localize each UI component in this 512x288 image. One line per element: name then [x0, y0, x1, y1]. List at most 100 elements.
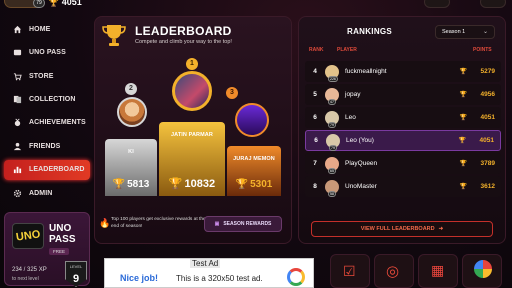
row-level: 58: [328, 190, 336, 197]
sidebar-item-leaderboard[interactable]: LEADERBOARD: [4, 159, 90, 180]
row-name: PlayQueen: [345, 160, 378, 167]
row-name: fuckmeallnight: [345, 68, 387, 75]
row-points: 3612: [480, 183, 495, 190]
free-badge: FREE: [49, 248, 70, 255]
sidebar-item-admin[interactable]: ADMIN: [4, 182, 90, 205]
season-dropdown[interactable]: Season 1 ⌄: [435, 25, 495, 39]
level-label: LEVEL: [69, 264, 83, 269]
top-bar: 79 🏆 4051: [0, 0, 512, 8]
chevron-down-icon: ⌄: [482, 29, 488, 35]
avatar-second-place[interactable]: [117, 97, 147, 127]
rank-badge-2: 2: [125, 83, 137, 95]
uno-pass-title: UNO PASS: [49, 223, 76, 245]
leaderboard-panel: LEADERBOARD Compete and climb your way t…: [94, 16, 292, 244]
row-level: 79: [329, 144, 337, 151]
row-name: jopay: [345, 91, 361, 98]
avatar: 226: [325, 64, 339, 82]
row-rank: 5: [313, 91, 317, 98]
tray-button-target[interactable]: ◎: [374, 254, 414, 288]
row-points: 4051: [479, 137, 494, 144]
rewards-info-text: Top 100 players get exclusive rewards at…: [111, 217, 206, 229]
avatar: 65: [325, 156, 339, 174]
trophy-icon: 🏆: [168, 178, 183, 190]
page-title: LEADERBOARD: [135, 24, 232, 38]
checklist-icon: ☑: [343, 263, 356, 279]
sidebar-item-collection[interactable]: COLLECTION: [4, 88, 90, 111]
uno-pass-card[interactable]: UNO UNO PASS FREE 234 / 325 XP to next le…: [4, 212, 90, 287]
sidebar-item-label: ADMIN: [29, 189, 53, 197]
trophy-icon: 🏆: [235, 179, 249, 190]
rank-badge-3: 3: [226, 87, 238, 99]
podium-second: KI 🏆 5813: [105, 139, 157, 196]
avatar: 79: [325, 110, 339, 128]
wheel-icon: [474, 260, 492, 278]
avatar-third-place[interactable]: [235, 103, 269, 137]
page-subtitle: Compete and climb your way to the top!: [135, 39, 232, 45]
podium-score: 🏆 5813: [112, 179, 150, 190]
top-button-2[interactable]: [480, 0, 506, 8]
table-row[interactable]: 6 79 Leo 🏆 4051: [305, 107, 501, 128]
cart-icon: [12, 71, 23, 82]
ad-label: Test Ad: [190, 259, 221, 268]
ad-logo-icon: [287, 268, 305, 286]
tray-button-tasks[interactable]: ☑: [330, 254, 370, 288]
podium-first: JATIN PARMAR 🏆 10832: [159, 122, 225, 196]
col-header-points: POINTS: [473, 47, 492, 53]
tray-button-wheel[interactable]: [462, 254, 502, 288]
row-points: 3789: [480, 160, 495, 167]
trophy-icon: 🏆: [459, 161, 467, 167]
sidebar-item-uno-pass[interactable]: UNO PASS: [4, 41, 90, 64]
sidebar-item-store[interactable]: STORE: [4, 65, 90, 88]
table-row[interactable]: 4 226 fuckmeallnight 🏆 5279: [305, 61, 501, 82]
trophy-icon: 🏆: [458, 138, 466, 144]
trophy-icon: [102, 25, 126, 46]
trophy-icon: 🏆: [459, 115, 467, 121]
podium-score: 🏆 10832: [168, 178, 216, 190]
podium-third: JURAJ MEMON 🏆 5301: [227, 146, 281, 196]
podium-name: KI: [128, 149, 134, 155]
table-row[interactable]: 7 65 PlayQueen 🏆 3789: [305, 153, 501, 174]
trophy-icon: 🏆: [459, 184, 467, 190]
row-name: Leo (You): [346, 137, 374, 144]
sidebar-item-label: LEADERBOARD: [29, 166, 85, 174]
sidebar-item-home[interactable]: HOME: [4, 18, 90, 41]
row-rank: 6: [313, 114, 317, 121]
avatar: 47: [325, 87, 339, 105]
season-rewards-button[interactable]: ▣ SEASON REWARDS: [204, 216, 282, 232]
coin-icon: 🏆: [48, 0, 60, 7]
row-points: 4051: [480, 114, 495, 121]
top-button-1[interactable]: [424, 0, 450, 8]
level-shield: LEVEL 9: [65, 261, 87, 287]
rankings-list: 4 226 fuckmeallnight 🏆 5279 5 47 jopay 🏆…: [305, 61, 501, 199]
gear-icon: [12, 188, 23, 199]
avatar: 79: [326, 133, 340, 151]
friends-icon: [12, 141, 23, 152]
ad-text: This is a 320x50 test ad.: [176, 274, 263, 283]
table-row[interactable]: 8 58 UnoMaster 🏆 3612: [305, 176, 501, 197]
avatar-first-place[interactable]: [172, 71, 212, 111]
row-points: 5279: [480, 68, 495, 75]
sidebar-item-label: HOME: [29, 26, 51, 34]
rankings-panel: RANKINGS Season 1 ⌄ RANK PLAYER POINTS 4 …: [298, 16, 506, 244]
sidebar: HOME UNO PASS STORE COLLECTION ACHIEVEME…: [4, 18, 90, 205]
gift-icon: ▣: [214, 221, 220, 227]
rankings-title: RANKINGS: [347, 27, 393, 36]
table-row[interactable]: 5 47 jopay 🏆 4956: [305, 84, 501, 105]
pass-icon: [12, 47, 23, 58]
podium-score: 🏆 5301: [235, 179, 273, 190]
sidebar-item-label: UNO PASS: [29, 49, 66, 57]
row-name: Leo: [345, 114, 356, 121]
leaderboard-icon: [12, 164, 23, 175]
tray-button-gift[interactable]: ▦: [418, 254, 458, 288]
uno-logo: UNO: [12, 223, 44, 249]
level-number: 9: [72, 273, 80, 285]
row-rank: 8: [313, 183, 317, 190]
view-full-leaderboard-button[interactable]: VIEW FULL LEADERBOARD ➜: [311, 221, 493, 237]
xp-progress-text: 234 / 325 XP: [12, 267, 47, 273]
sidebar-item-achievements[interactable]: ACHIEVEMENTS: [4, 111, 90, 134]
row-level: 226: [328, 75, 338, 82]
row-level: 65: [328, 167, 336, 174]
sidebar-item-friends[interactable]: FRIENDS: [4, 134, 90, 157]
table-row-current-user[interactable]: 6 79 Leo (You) 🏆 4051: [305, 130, 501, 151]
rank-badge-1: 1: [186, 58, 198, 70]
